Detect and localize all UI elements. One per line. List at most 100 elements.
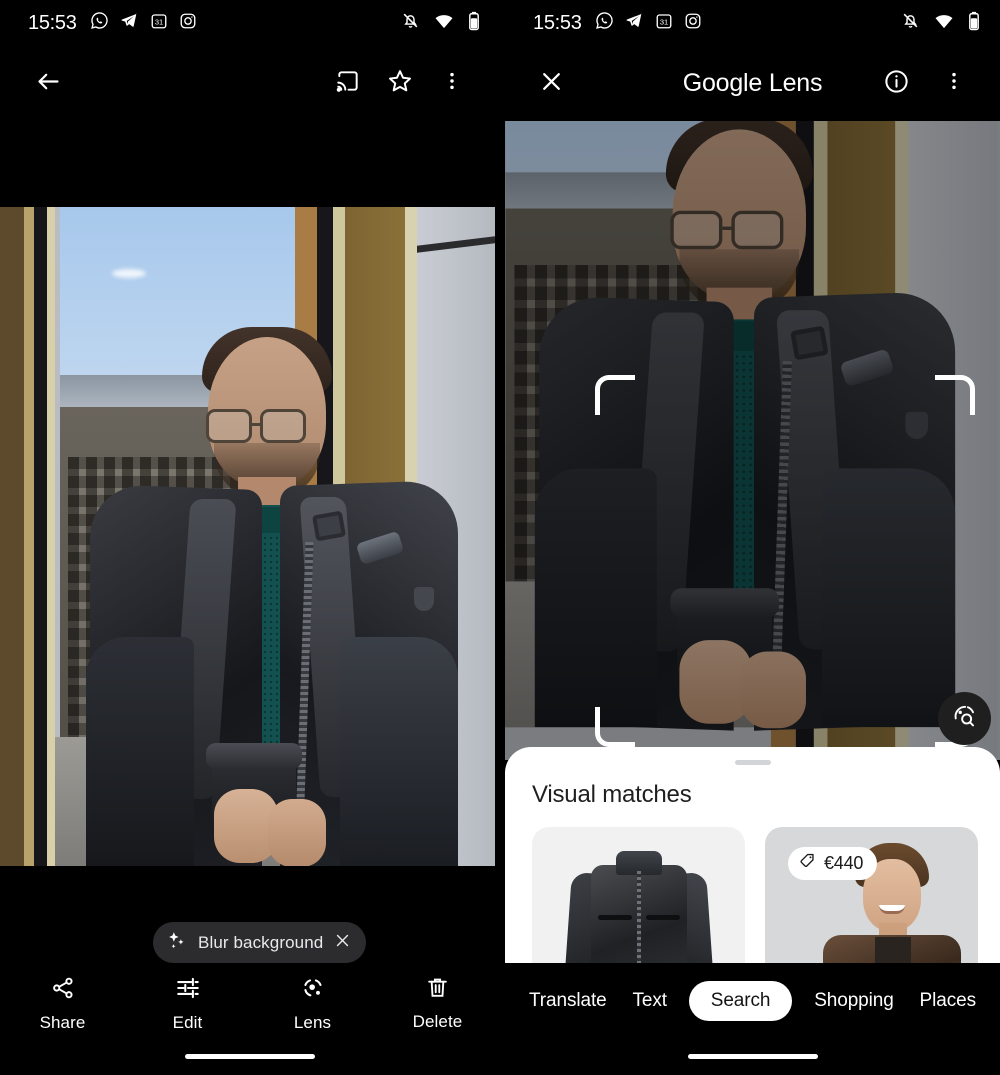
window-frame-outer xyxy=(0,207,24,866)
overflow-menu-button[interactable] xyxy=(426,58,478,110)
more-vert-icon xyxy=(943,70,965,97)
home-indicator[interactable] xyxy=(185,1054,315,1059)
photos-toolbar xyxy=(0,46,500,121)
cast-icon xyxy=(335,68,361,99)
tune-icon xyxy=(175,975,201,1006)
visual-matches-sheet[interactable]: Visual matches €440 xyxy=(505,747,1000,963)
back-arrow-icon xyxy=(35,68,62,100)
instagram-icon xyxy=(684,12,702,35)
visual-matches-title: Visual matches xyxy=(532,781,692,808)
wifi-icon xyxy=(934,11,954,36)
google-lens-screen: 15:53 31 Google Lens Visual matches €440… xyxy=(500,0,1000,1075)
visual-matches-cards: €440 xyxy=(505,809,1000,963)
back-button[interactable] xyxy=(22,58,74,110)
svg-text:31: 31 xyxy=(659,17,667,26)
cloud xyxy=(112,269,146,278)
battery-icon xyxy=(468,11,480,36)
lens-search-button[interactable] xyxy=(938,692,991,745)
status-bar-right xyxy=(401,11,480,36)
share-label: Share xyxy=(39,1013,86,1032)
lens-overflow-button[interactable] xyxy=(928,58,980,110)
tab-translate[interactable]: Translate xyxy=(525,982,611,1020)
status-bar-right-lens xyxy=(901,11,980,36)
favorite-button[interactable] xyxy=(374,58,426,110)
whatsapp-icon xyxy=(90,11,109,35)
share-icon xyxy=(50,975,76,1006)
info-circle-icon xyxy=(883,68,910,100)
edit-button[interactable]: Edit xyxy=(125,975,250,1047)
star-outline-icon xyxy=(386,67,414,100)
window-frame-c xyxy=(47,207,55,866)
window-frame-b xyxy=(34,207,47,866)
price-badge: €440 xyxy=(788,847,878,880)
photo-viewer[interactable] xyxy=(0,207,495,866)
window-frame-a xyxy=(24,207,34,866)
lens-icon xyxy=(300,975,326,1006)
visual-match-card-2[interactable]: €440 xyxy=(765,827,978,963)
close-icon xyxy=(539,69,564,99)
delete-button[interactable]: Delete xyxy=(375,975,500,1047)
home-indicator-lens[interactable] xyxy=(687,1054,818,1059)
notifications-off-icon xyxy=(401,11,420,35)
lens-button[interactable]: Lens xyxy=(250,975,375,1047)
notifications-off-icon xyxy=(901,11,920,35)
telegram-icon xyxy=(625,11,644,35)
lens-search-icon xyxy=(951,703,978,735)
price-text: €440 xyxy=(824,853,864,873)
more-vert-icon xyxy=(441,70,463,97)
trash-icon xyxy=(425,975,450,1005)
photo-action-bar: Share Edit Lens Delete xyxy=(0,975,500,1047)
arm-left xyxy=(86,637,194,866)
product-jacket-image xyxy=(563,843,714,963)
status-bar-left-lens: 15:53 31 xyxy=(533,11,702,35)
screenshot-root: 15:53 31 Blur background Share Edit Lens… xyxy=(0,0,1000,1075)
price-tag-icon xyxy=(799,852,817,875)
tab-shopping[interactable]: Shopping xyxy=(810,982,898,1020)
selection-corner-top-right[interactable] xyxy=(935,375,975,415)
hand-right xyxy=(268,799,326,866)
status-bar-left: 15:53 31 xyxy=(28,11,197,35)
sleeve-badge xyxy=(414,587,434,611)
close-icon[interactable] xyxy=(334,932,351,954)
tab-places[interactable]: Places xyxy=(916,982,980,1020)
calendar-31-icon: 31 xyxy=(655,12,673,35)
telegram-icon xyxy=(120,11,139,35)
share-button[interactable]: Share xyxy=(0,975,125,1047)
lens-selection-frame[interactable] xyxy=(595,375,975,747)
blur-background-chip[interactable]: Blur background xyxy=(153,922,367,963)
lens-header-actions xyxy=(870,58,980,110)
lens-label: Lens xyxy=(293,1013,332,1032)
sparkle-icon xyxy=(166,930,187,956)
lens-info-button[interactable] xyxy=(870,58,922,110)
svg-text:31: 31 xyxy=(154,17,162,26)
drag-handle[interactable] xyxy=(734,760,771,765)
eyeglass-left xyxy=(206,409,252,443)
tab-search[interactable]: Search xyxy=(688,981,793,1021)
eyeglass-bridge xyxy=(252,423,262,426)
lens-photo-canvas[interactable] xyxy=(505,95,1000,760)
photo-image xyxy=(0,207,495,866)
lens-mode-tabs: Translate Text Search Shopping Places xyxy=(505,977,1000,1025)
visual-match-card-1[interactable] xyxy=(532,827,745,963)
lens-header: Google Lens xyxy=(505,46,1000,121)
blur-background-label: Blur background xyxy=(198,932,324,952)
status-bar-lens: 15:53 31 xyxy=(505,0,1000,46)
status-bar-clock-lens: 15:53 xyxy=(533,11,582,34)
product-pocket-right xyxy=(645,915,680,920)
scene-background xyxy=(0,207,495,866)
calendar-31-icon: 31 xyxy=(150,12,168,35)
selection-corner-top-left[interactable] xyxy=(595,375,635,415)
selection-corner-bottom-left[interactable] xyxy=(595,707,635,747)
lens-close-button[interactable] xyxy=(525,58,577,110)
edit-label: Edit xyxy=(172,1013,203,1032)
model-shirt xyxy=(875,937,911,963)
status-bar: 15:53 31 xyxy=(0,0,500,46)
product-zipper xyxy=(636,871,641,963)
status-bar-clock: 15:53 xyxy=(28,11,77,34)
tab-text[interactable]: Text xyxy=(628,982,670,1020)
person-subject xyxy=(86,327,458,866)
cast-button[interactable] xyxy=(322,58,374,110)
google-photos-screen: 15:53 31 Blur background Share Edit Lens… xyxy=(0,0,500,1075)
whatsapp-icon xyxy=(595,11,614,35)
battery-icon xyxy=(968,11,980,36)
